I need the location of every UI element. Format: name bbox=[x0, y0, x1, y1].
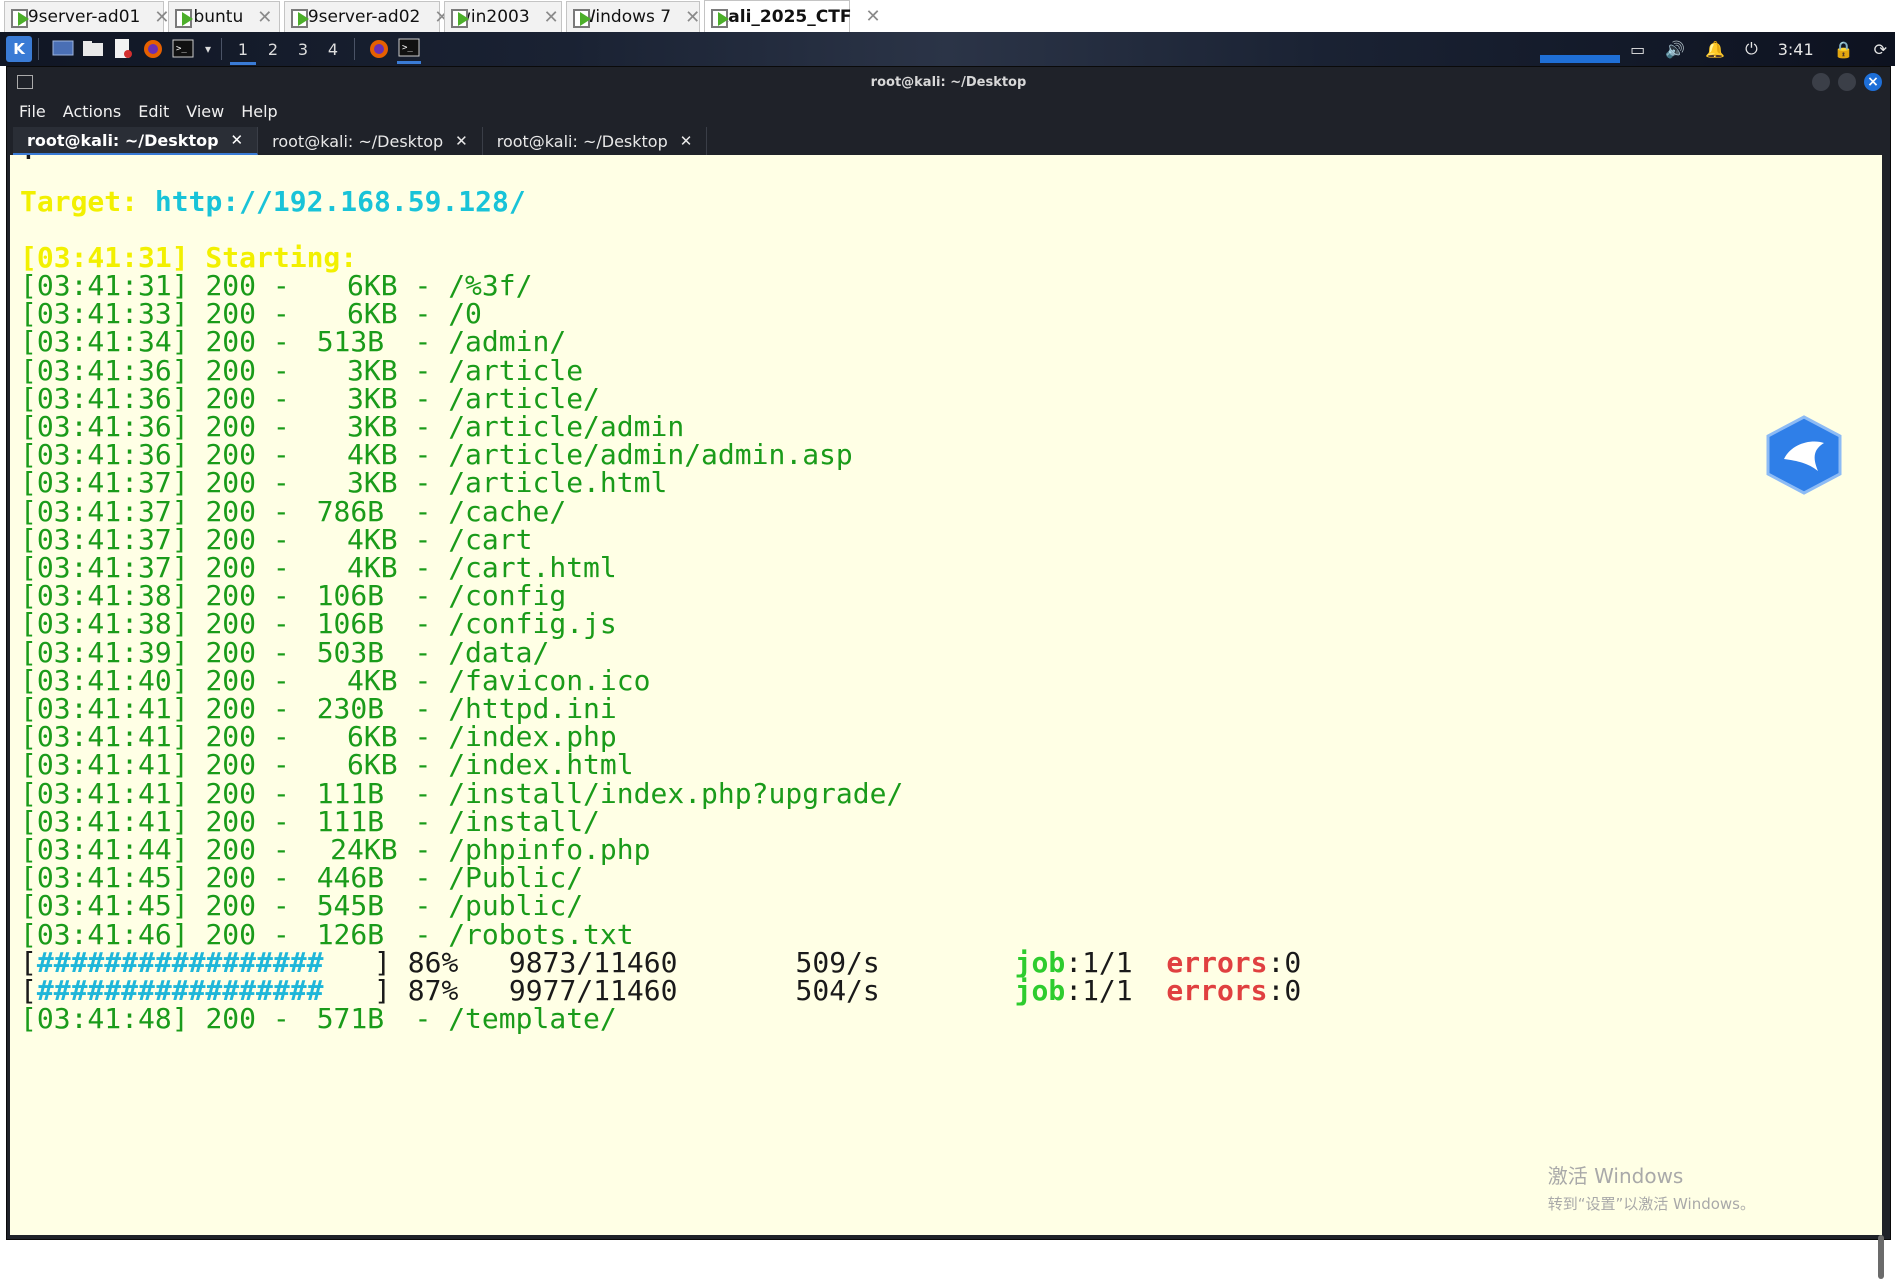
workspace-2[interactable]: 2 bbox=[258, 40, 288, 59]
panel-clock[interactable]: 3:41 bbox=[1778, 40, 1814, 59]
workspace-switcher: 1234 bbox=[228, 40, 348, 65]
close-icon[interactable]: ✕ bbox=[231, 131, 244, 149]
svg-text:>_: >_ bbox=[176, 44, 187, 54]
show-desktop-icon[interactable] bbox=[51, 37, 75, 61]
terminal-launcher-icon[interactable]: >_ bbox=[171, 37, 195, 61]
terminal-output[interactable]: . Target: http://192.168.59.128/ [03:41:… bbox=[10, 155, 1882, 1235]
close-icon[interactable]: ✕ bbox=[257, 7, 272, 28]
close-icon[interactable]: ✕ bbox=[680, 132, 693, 150]
menu-edit[interactable]: Edit bbox=[138, 102, 169, 121]
network-activity-bar bbox=[1540, 55, 1620, 63]
minimize-button[interactable] bbox=[1812, 73, 1830, 91]
terminal-tab-label: root@kali: ~/Desktop bbox=[272, 131, 444, 151]
target-label: Target: bbox=[20, 185, 139, 218]
workspace-4[interactable]: 4 bbox=[318, 40, 348, 59]
window-title: root@kali: ~/Desktop bbox=[870, 74, 1027, 90]
menu-bar: File Actions Edit View Help bbox=[7, 97, 278, 125]
panel-separator bbox=[38, 38, 39, 60]
vm-tab[interactable]: Ubuntu ✕ bbox=[168, 1, 280, 32]
panel-separator bbox=[354, 38, 355, 60]
menu-file[interactable]: File bbox=[19, 102, 46, 121]
terminal-tab-label: root@kali: ~/Desktop bbox=[27, 130, 219, 150]
target-url: http://192.168.59.128/ bbox=[154, 185, 526, 218]
result-line: [03:41:48] 200 - 571B - /template/ bbox=[20, 1002, 617, 1036]
result-size: 571B bbox=[316, 1002, 385, 1036]
vm-tab[interactable]: win2003 ✕ bbox=[444, 1, 562, 32]
vm-tab-strip: 19server-ad01 ✕ Ubuntu ✕ 19server-ad02 ✕ win20… bbox=[0, 0, 1895, 33]
watermark-line2: 转到“设置”以激活 Windows。 bbox=[1547, 1195, 1755, 1213]
logout-icon[interactable]: ⟳ bbox=[1874, 40, 1887, 59]
errors-label: errors bbox=[1166, 974, 1268, 1007]
vm-tab-label: 19server-ad02 bbox=[297, 7, 421, 27]
vm-tab[interactable]: Windows 7 ✕ bbox=[566, 1, 700, 32]
result-path: /template/ bbox=[448, 1002, 617, 1036]
close-icon[interactable]: ✕ bbox=[455, 132, 468, 150]
lock-icon[interactable]: 🔒 bbox=[1834, 40, 1854, 59]
terminal-tab-bar: root@kali: ~/Desktop ✕ root@kali: ~/Deskto… bbox=[7, 125, 1890, 155]
target-line: Target: http://192.168.59.128/ bbox=[20, 185, 526, 219]
vm-tab[interactable]: 19server-ad02 ✕ bbox=[284, 1, 449, 32]
menu-actions[interactable]: Actions bbox=[63, 102, 121, 121]
terminal-tab[interactable]: root@kali: ~/Desktop ✕ bbox=[483, 127, 708, 155]
display-icon[interactable]: ▭ bbox=[1630, 40, 1645, 59]
terminal-tab[interactable]: root@kali: ~/Desktop ✕ bbox=[13, 127, 259, 155]
terminal-window: root@kali: ~/Desktop × File Actions Edit Vi… bbox=[6, 66, 1891, 1279]
svg-text:>_: >_ bbox=[402, 43, 413, 53]
terminal-tab-label: root@kali: ~/Desktop bbox=[496, 131, 668, 151]
firefox-icon[interactable] bbox=[141, 37, 165, 61]
close-icon[interactable]: ✕ bbox=[544, 7, 559, 28]
maximize-button[interactable] bbox=[1838, 73, 1856, 91]
vm-tab[interactable]: kali_2025_CTF ✕ bbox=[704, 0, 881, 32]
panel-separator bbox=[221, 38, 222, 60]
chevron-down-icon[interactable]: ▾ bbox=[201, 37, 215, 61]
vm-tab-label: 19server-ad01 bbox=[17, 7, 141, 27]
kali-menu-icon[interactable]: K bbox=[6, 36, 32, 62]
progress-rate: 504/s bbox=[795, 974, 880, 1007]
workspace-1[interactable]: 1 bbox=[228, 40, 258, 65]
vm-tab[interactable]: 19server-ad01 ✕ bbox=[4, 1, 169, 32]
workspace-3[interactable]: 3 bbox=[288, 40, 318, 59]
terminal-window-icon bbox=[17, 75, 33, 89]
windows-activation-watermark: 激活 Windows 转到“设置”以激活 Windows。 bbox=[1548, 1160, 1755, 1214]
close-icon[interactable]: ✕ bbox=[685, 7, 700, 28]
file-manager-icon[interactable] bbox=[81, 37, 105, 61]
errors-value: :0 bbox=[1267, 974, 1302, 1007]
notification-bell-icon[interactable]: 🔔 bbox=[1705, 40, 1725, 59]
result-time: [03:41:48] bbox=[20, 1002, 189, 1036]
job-value: :1/1 bbox=[1065, 974, 1133, 1007]
terminal-tab[interactable]: root@kali: ~/Desktop ✕ bbox=[258, 127, 483, 155]
top-panel: K >_ ▾ 1234 >_ ▭ 🔊 🔔 ⏻ 3:41 🔒 ⟳ bbox=[0, 32, 1895, 66]
job-label: job bbox=[1014, 974, 1066, 1007]
result-status: 200 bbox=[205, 1002, 257, 1036]
window-titlebar[interactable]: root@kali: ~/Desktop × bbox=[7, 67, 1890, 97]
power-icon[interactable]: ⏻ bbox=[1745, 39, 1758, 59]
menu-help[interactable]: Help bbox=[241, 102, 277, 121]
watermark-line1: 激活 Windows bbox=[1547, 1164, 1684, 1188]
floating-bird-app-icon[interactable] bbox=[1762, 413, 1846, 497]
terminal-scrollbar[interactable] bbox=[1878, 1235, 1884, 1279]
close-icon[interactable]: ✕ bbox=[865, 6, 880, 27]
text-editor-icon[interactable] bbox=[111, 37, 135, 61]
vm-tab-label: Windows 7 bbox=[579, 7, 672, 27]
firefox-task-icon[interactable] bbox=[367, 37, 391, 61]
menu-view[interactable]: View bbox=[186, 102, 224, 121]
terminal-task-icon[interactable]: >_ bbox=[397, 35, 421, 64]
close-button[interactable]: × bbox=[1864, 73, 1882, 91]
scrolled-line-fragment: . bbox=[20, 155, 37, 167]
vm-tab-label: kali_2025_CTF bbox=[717, 6, 852, 27]
volume-icon[interactable]: 🔊 bbox=[1665, 40, 1685, 59]
